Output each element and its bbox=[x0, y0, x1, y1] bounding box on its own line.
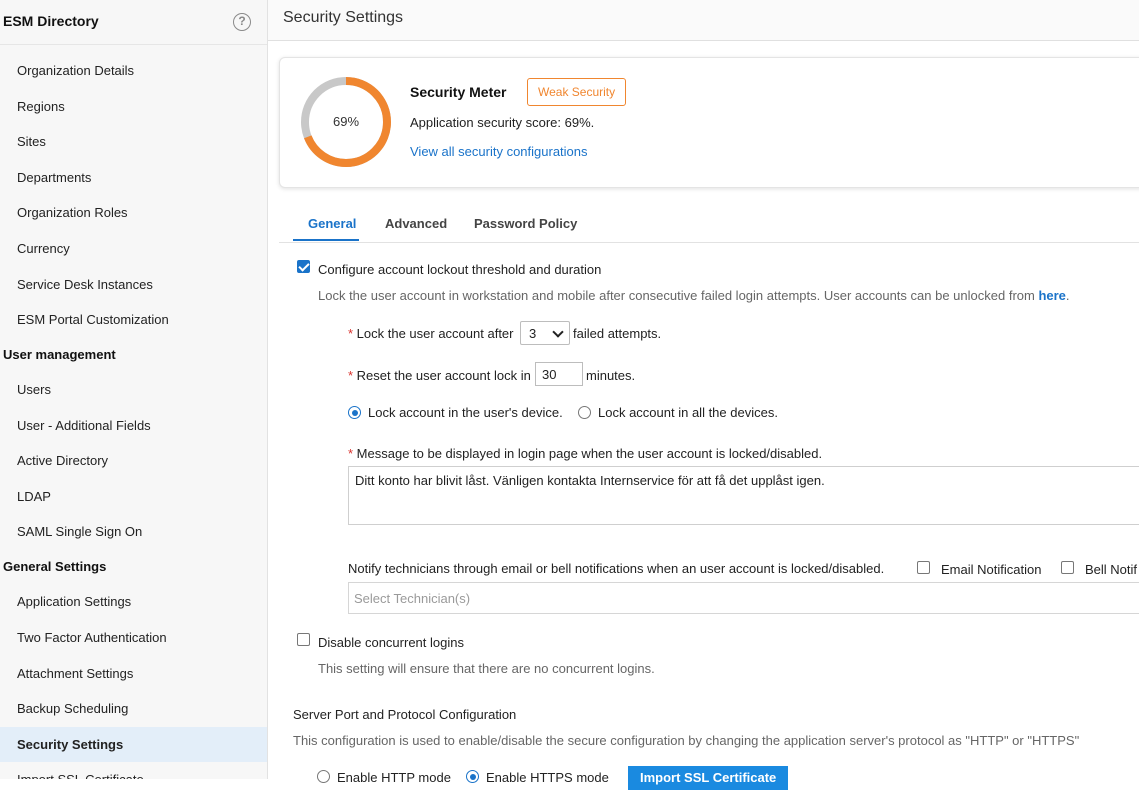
security-meter-title: Security Meter bbox=[410, 84, 507, 100]
gauge-percent-label: 69% bbox=[332, 114, 360, 129]
reset-minutes-input[interactable]: 30 bbox=[535, 362, 583, 386]
radio-http-mode-label: Enable HTTP mode bbox=[337, 770, 451, 785]
technician-select[interactable]: Select Technician(s) bbox=[348, 582, 1139, 614]
settings-tabs: General Advanced Password Policy bbox=[279, 208, 1139, 243]
sidebar-item-regions[interactable]: Regions bbox=[0, 89, 267, 124]
sidebar-item-service-desk-instances[interactable]: Service Desk Instances bbox=[0, 267, 267, 302]
chevron-down-icon bbox=[552, 326, 564, 338]
sidebar-item-esm-portal-customization[interactable]: ESM Portal Customization bbox=[0, 302, 267, 337]
sidebar-item-application-settings[interactable]: Application Settings bbox=[0, 584, 267, 619]
disable-concurrent-logins-label: Disable concurrent logins bbox=[318, 635, 464, 650]
sidebar-item-sites[interactable]: Sites bbox=[0, 124, 267, 159]
sidebar-item-user-additional-fields[interactable]: User - Additional Fields bbox=[0, 408, 267, 443]
lockout-description: Lock the user account in workstation and… bbox=[318, 288, 1070, 303]
sidebar-section-general-settings: General Settings bbox=[3, 559, 107, 574]
tab-advanced[interactable]: Advanced bbox=[385, 216, 447, 242]
lockout-checkbox-label: Configure account lockout threshold and … bbox=[318, 262, 602, 277]
unlock-here-link[interactable]: here bbox=[1038, 288, 1065, 303]
minutes-text: minutes. bbox=[586, 368, 636, 383]
server-config-description: This configuration is used to enable/dis… bbox=[293, 733, 1080, 748]
required-marker: * bbox=[348, 368, 357, 383]
failed-attempts-text: failed attempts. bbox=[573, 326, 662, 341]
radio-lock-user-device[interactable] bbox=[348, 406, 361, 419]
required-marker: * bbox=[348, 446, 357, 461]
email-notification-label: Email Notification bbox=[941, 562, 1042, 577]
radio-https-mode-label: Enable HTTPS mode bbox=[486, 770, 609, 785]
notify-technicians-label: Notify technicians through email or bell… bbox=[348, 561, 885, 576]
radio-lock-all-devices-label: Lock account in all the devices. bbox=[598, 405, 778, 420]
sidebar-title: ESM Directory bbox=[3, 13, 99, 29]
radio-http-mode[interactable] bbox=[317, 770, 330, 783]
email-notification-checkbox[interactable] bbox=[917, 561, 930, 574]
radio-lock-user-device-label: Lock account in the user's device. bbox=[368, 405, 563, 420]
lock-after-text: Lock the user account after bbox=[356, 326, 514, 341]
page-header: Security Settings bbox=[268, 0, 1139, 41]
sidebar-section-user-management: User management bbox=[3, 347, 116, 362]
radio-lock-all-devices[interactable] bbox=[578, 406, 591, 419]
lockout-description-text: Lock the user account in workstation and… bbox=[318, 288, 1035, 303]
radio-https-mode[interactable] bbox=[466, 770, 479, 783]
sidebar-item-saml-sso[interactable]: SAML Single Sign On bbox=[0, 514, 267, 549]
bell-notification-label: Bell Notif bbox=[1085, 562, 1138, 577]
security-status-badge: Weak Security bbox=[527, 78, 627, 106]
sidebar-header: ESM Directory ? bbox=[0, 0, 267, 45]
concurrent-logins-description: This setting will ensure that there are … bbox=[318, 661, 655, 676]
sidebar-item-departments[interactable]: Departments bbox=[0, 160, 267, 195]
view-security-configurations-link[interactable]: View all security configurations bbox=[410, 144, 588, 159]
lock-after-label: * Lock the user account after bbox=[348, 326, 513, 341]
sidebar-item-organization-details[interactable]: Organization Details bbox=[0, 53, 267, 88]
disable-concurrent-logins-checkbox[interactable] bbox=[297, 633, 310, 646]
sidebar-item-attachment-settings[interactable]: Attachment Settings bbox=[0, 656, 267, 691]
sidebar: ESM Directory ? Organization Details Reg… bbox=[0, 0, 268, 779]
sidebar-item-backup-scheduling[interactable]: Backup Scheduling bbox=[0, 691, 267, 726]
help-icon[interactable]: ? bbox=[233, 13, 251, 31]
sidebar-item-two-factor-auth[interactable]: Two Factor Authentication bbox=[0, 620, 267, 655]
lock-message-text: Message to be displayed in login page wh… bbox=[356, 446, 823, 461]
sidebar-item-users[interactable]: Users bbox=[0, 372, 267, 407]
security-meter-card: 69% Security Meter Weak Security Applica… bbox=[279, 57, 1139, 188]
sidebar-item-organization-roles[interactable]: Organization Roles bbox=[0, 195, 267, 230]
sidebar-item-ldap[interactable]: LDAP bbox=[0, 479, 267, 514]
page-title: Security Settings bbox=[283, 9, 404, 26]
sidebar-item-import-ssl-certificate[interactable]: Import SSL Certificate bbox=[0, 762, 267, 779]
sidebar-item-active-directory[interactable]: Active Directory bbox=[0, 443, 267, 478]
reset-lock-text: Reset the user account lock in bbox=[356, 368, 531, 383]
reset-lock-label: * Reset the user account lock in bbox=[348, 368, 531, 383]
lockout-checkbox[interactable] bbox=[297, 260, 310, 273]
sidebar-item-currency[interactable]: Currency bbox=[0, 231, 267, 266]
bell-notification-checkbox[interactable] bbox=[1061, 561, 1074, 574]
import-ssl-certificate-button[interactable]: Import SSL Certificate bbox=[628, 766, 789, 790]
security-score-text: Application security score: 69%. bbox=[410, 115, 595, 130]
lock-attempts-select[interactable]: 3 bbox=[520, 321, 570, 345]
tab-password-policy[interactable]: Password Policy bbox=[474, 216, 577, 242]
active-tab-indicator bbox=[293, 239, 359, 241]
server-config-title: Server Port and Protocol Configuration bbox=[293, 707, 517, 722]
lock-message-textarea[interactable]: Ditt konto har blivit låst. Vänligen kon… bbox=[348, 466, 1139, 525]
lock-attempts-value: 3 bbox=[529, 326, 537, 341]
required-marker: * bbox=[348, 326, 357, 341]
lock-message-label: * Message to be displayed in login page … bbox=[348, 446, 822, 461]
sidebar-item-security-settings[interactable]: Security Settings bbox=[0, 727, 267, 762]
